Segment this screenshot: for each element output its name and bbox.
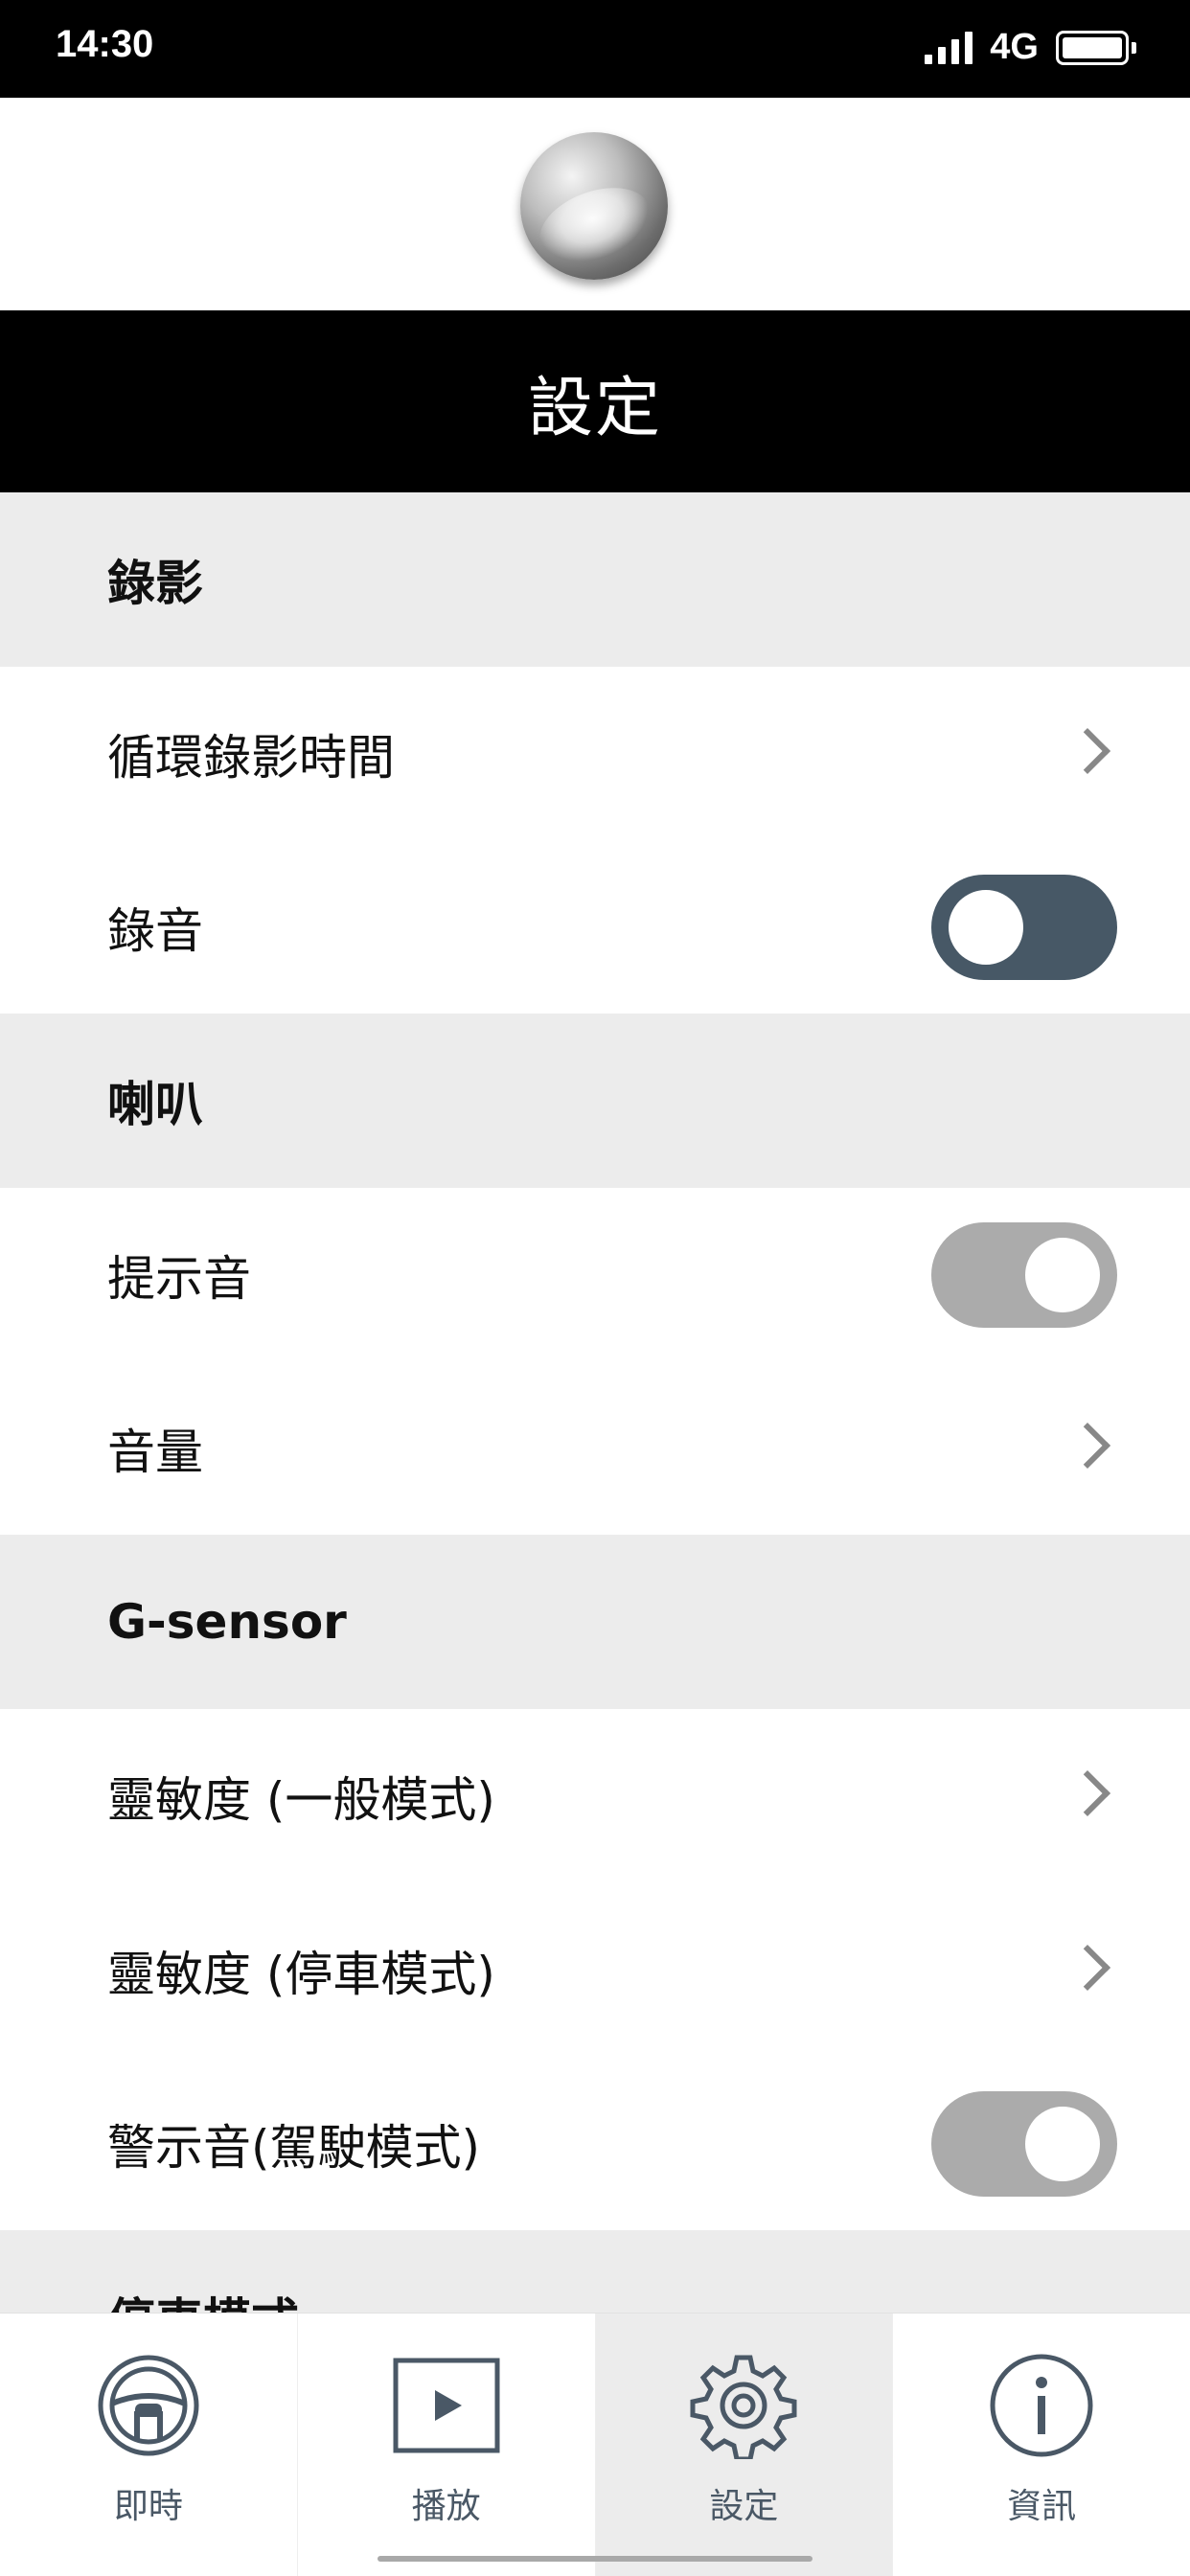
home-indicator — [378, 2556, 812, 2562]
info-icon — [984, 2348, 1099, 2463]
tab-info-label: 資訊 — [1007, 2487, 1077, 2526]
logo-area — [0, 98, 1190, 310]
section-header-parking: 停車模式 — [0, 2230, 1190, 2313]
chevron-right-icon — [1064, 1422, 1111, 1470]
audio-recording-toggle[interactable] — [931, 875, 1117, 980]
loop-recording-time-row[interactable]: 循環錄影時間 — [0, 667, 1190, 841]
page-title: 設定 — [527, 370, 662, 446]
tab-info[interactable]: 資訊 — [893, 2314, 1190, 2576]
title-bar: 設定 — [0, 310, 1190, 492]
network-type: 4G — [990, 27, 1039, 67]
status-indicators: 4G — [925, 27, 1136, 68]
warning-tone-label: 警示音(駕駛模式) — [107, 2120, 481, 2176]
settings-list[interactable]: 錄影 循環錄影時間 錄音 喇叭 提示音 音量 G-sensor 靈敏度 (一般模… — [0, 492, 1190, 2313]
tab-live-label: 即時 — [113, 2487, 183, 2526]
loop-recording-time-label: 循環錄影時間 — [107, 730, 395, 786]
sensitivity-normal-label: 靈敏度 (一般模式) — [107, 1772, 495, 1828]
volume-row[interactable]: 音量 — [0, 1362, 1190, 1535]
status-time: 14:30 — [56, 23, 154, 65]
tab-bar: 即時 播放 設定 資訊 — [0, 2313, 1190, 2576]
section-header-recording: 錄影 — [0, 492, 1190, 667]
status-bar: 14:30 4G — [0, 0, 1190, 98]
chevron-right-icon — [1064, 1769, 1111, 1817]
sensitivity-normal-row[interactable]: 靈敏度 (一般模式) — [0, 1709, 1190, 1883]
sensitivity-parking-row[interactable]: 靈敏度 (停車模式) — [0, 1883, 1190, 2058]
prompt-tone-toggle[interactable] — [931, 1222, 1117, 1328]
signal-icon — [925, 31, 973, 64]
section-header-gsensor: G-sensor — [0, 1535, 1190, 1709]
chevron-right-icon — [1064, 1944, 1111, 1992]
battery-icon — [1056, 30, 1136, 65]
warning-tone-row: 警示音(駕駛模式) — [0, 2058, 1190, 2230]
toggle-knob — [1025, 1238, 1100, 1312]
prompt-tone-row: 提示音 — [0, 1188, 1190, 1362]
volume-label: 音量 — [107, 1425, 203, 1480]
toggle-knob — [1025, 2107, 1100, 2181]
audio-recording-label: 錄音 — [107, 903, 203, 959]
gear-icon — [686, 2348, 801, 2463]
chevron-right-icon — [1064, 727, 1111, 775]
audio-recording-row: 錄音 — [0, 841, 1190, 1014]
tab-settings[interactable]: 設定 — [595, 2314, 894, 2576]
sensitivity-parking-label: 靈敏度 (停車模式) — [107, 1947, 495, 2002]
brand-logo — [520, 132, 668, 280]
play-icon — [389, 2348, 504, 2463]
tab-playback[interactable]: 播放 — [298, 2314, 596, 2576]
tab-playback-label: 播放 — [411, 2487, 481, 2526]
tab-settings-label: 設定 — [709, 2487, 779, 2526]
section-header-speaker: 喇叭 — [0, 1014, 1190, 1188]
prompt-tone-label: 提示音 — [107, 1251, 251, 1307]
steering-wheel-icon — [91, 2348, 206, 2463]
tab-live[interactable]: 即時 — [0, 2314, 298, 2576]
toggle-knob — [949, 890, 1023, 965]
warning-tone-toggle[interactable] — [931, 2091, 1117, 2197]
